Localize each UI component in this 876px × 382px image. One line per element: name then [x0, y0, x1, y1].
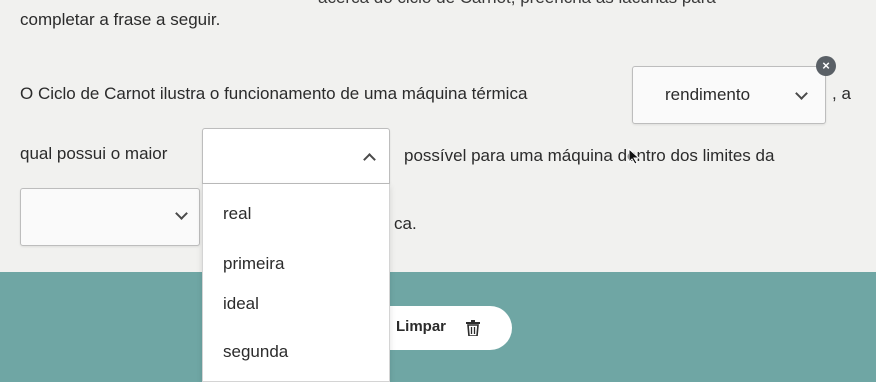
sentence-line-1: O Ciclo de Carnot ilustra o funcionament…	[20, 84, 528, 103]
trash-icon	[466, 320, 480, 336]
blank-2-options-menu: real primeira ideal segunda	[202, 184, 390, 382]
chevron-up-icon	[363, 153, 376, 166]
instruction-text: completar a frase a seguir.	[20, 10, 221, 29]
sentence-line-1-after: , a	[832, 84, 851, 103]
option-primeira[interactable]: primeira	[223, 254, 284, 274]
blank-1-dropdown[interactable]: rendimento	[632, 66, 826, 124]
clear-button-label: Limpar	[396, 318, 447, 335]
blank-1-value: rendimento	[665, 85, 751, 104]
option-ideal[interactable]: ideal	[223, 294, 259, 314]
top-fragment-text: acerca do ciclo de Carnot, preencha as l…	[318, 0, 716, 8]
sentence-line-3-after: ca.	[394, 214, 417, 233]
chevron-down-icon	[795, 87, 808, 100]
remove-answer-icon[interactable]: ×	[816, 56, 836, 76]
option-segunda[interactable]: segunda	[223, 342, 288, 362]
sentence-line-2-after: possível para uma máquina dentro dos lim…	[404, 146, 775, 165]
option-real[interactable]: real	[223, 204, 251, 224]
blank-2-dropdown[interactable]	[202, 128, 390, 184]
sentence-line-2-before: qual possui o maior	[20, 144, 168, 163]
blank-3-dropdown[interactable]	[20, 188, 200, 246]
mouse-cursor-icon	[628, 148, 640, 164]
chevron-down-icon	[175, 207, 188, 220]
